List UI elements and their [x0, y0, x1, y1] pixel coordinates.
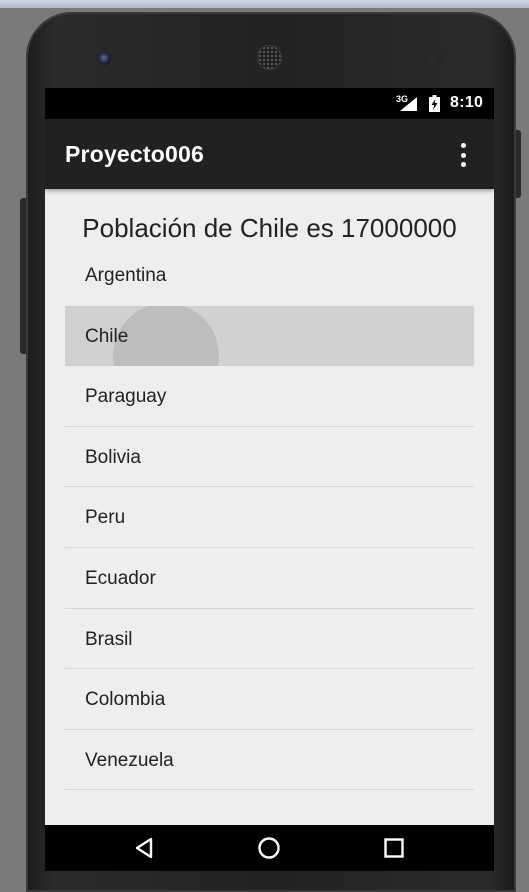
list-item-colombia[interactable]: Colombia [65, 669, 474, 730]
touch-ripple [113, 305, 219, 367]
list-item-paraguay[interactable]: Paraguay [65, 366, 474, 427]
battery-charging-icon [429, 95, 440, 112]
home-icon[interactable] [256, 835, 282, 861]
country-label: Chile [85, 325, 129, 347]
overflow-menu-icon[interactable] [455, 143, 471, 167]
country-label: Argentina [85, 265, 167, 286]
country-list: Argentina Chile Paraguay Bolivia Peru Ecuador… [65, 245, 474, 791]
earpiece-speaker [258, 46, 281, 69]
list-item-chile[interactable]: Chile [65, 305, 474, 367]
list-item-peru[interactable]: Peru [65, 487, 474, 548]
navigation-bar [45, 825, 494, 871]
country-label: Brasil [85, 628, 133, 650]
signal-icon [400, 97, 417, 111]
list-item-ecuador[interactable]: Ecuador [65, 548, 474, 609]
device-screen: 3G 8:10 Proyecto006 Población de Chile e… [45, 88, 494, 871]
light-sensor [436, 53, 445, 62]
app-title: Proyecto006 [65, 141, 204, 167]
country-label: Venezuela [85, 749, 174, 771]
list-item-argentina[interactable]: Argentina [65, 245, 474, 306]
country-label: Colombia [85, 689, 166, 711]
list-item-bolivia[interactable]: Bolivia [65, 427, 474, 488]
population-result-text: Población de Chile es 17000000 [82, 213, 457, 243]
app-bar: Proyecto006 [45, 119, 494, 189]
country-label: Paraguay [85, 386, 167, 408]
country-label: Bolivia [85, 446, 141, 468]
list-item-brasil[interactable]: Brasil [65, 609, 474, 670]
status-time: 8:10 [450, 94, 484, 111]
recents-icon[interactable] [381, 835, 407, 861]
front-camera [98, 52, 111, 65]
proximity-sensor [420, 53, 429, 62]
country-label: Peru [85, 507, 126, 529]
window-top-edge [0, 0, 529, 8]
back-icon[interactable] [132, 835, 158, 861]
list-item-venezuela[interactable]: Venezuela [65, 730, 474, 791]
status-bar: 3G 8:10 [45, 88, 494, 119]
country-label: Ecuador [85, 567, 156, 589]
